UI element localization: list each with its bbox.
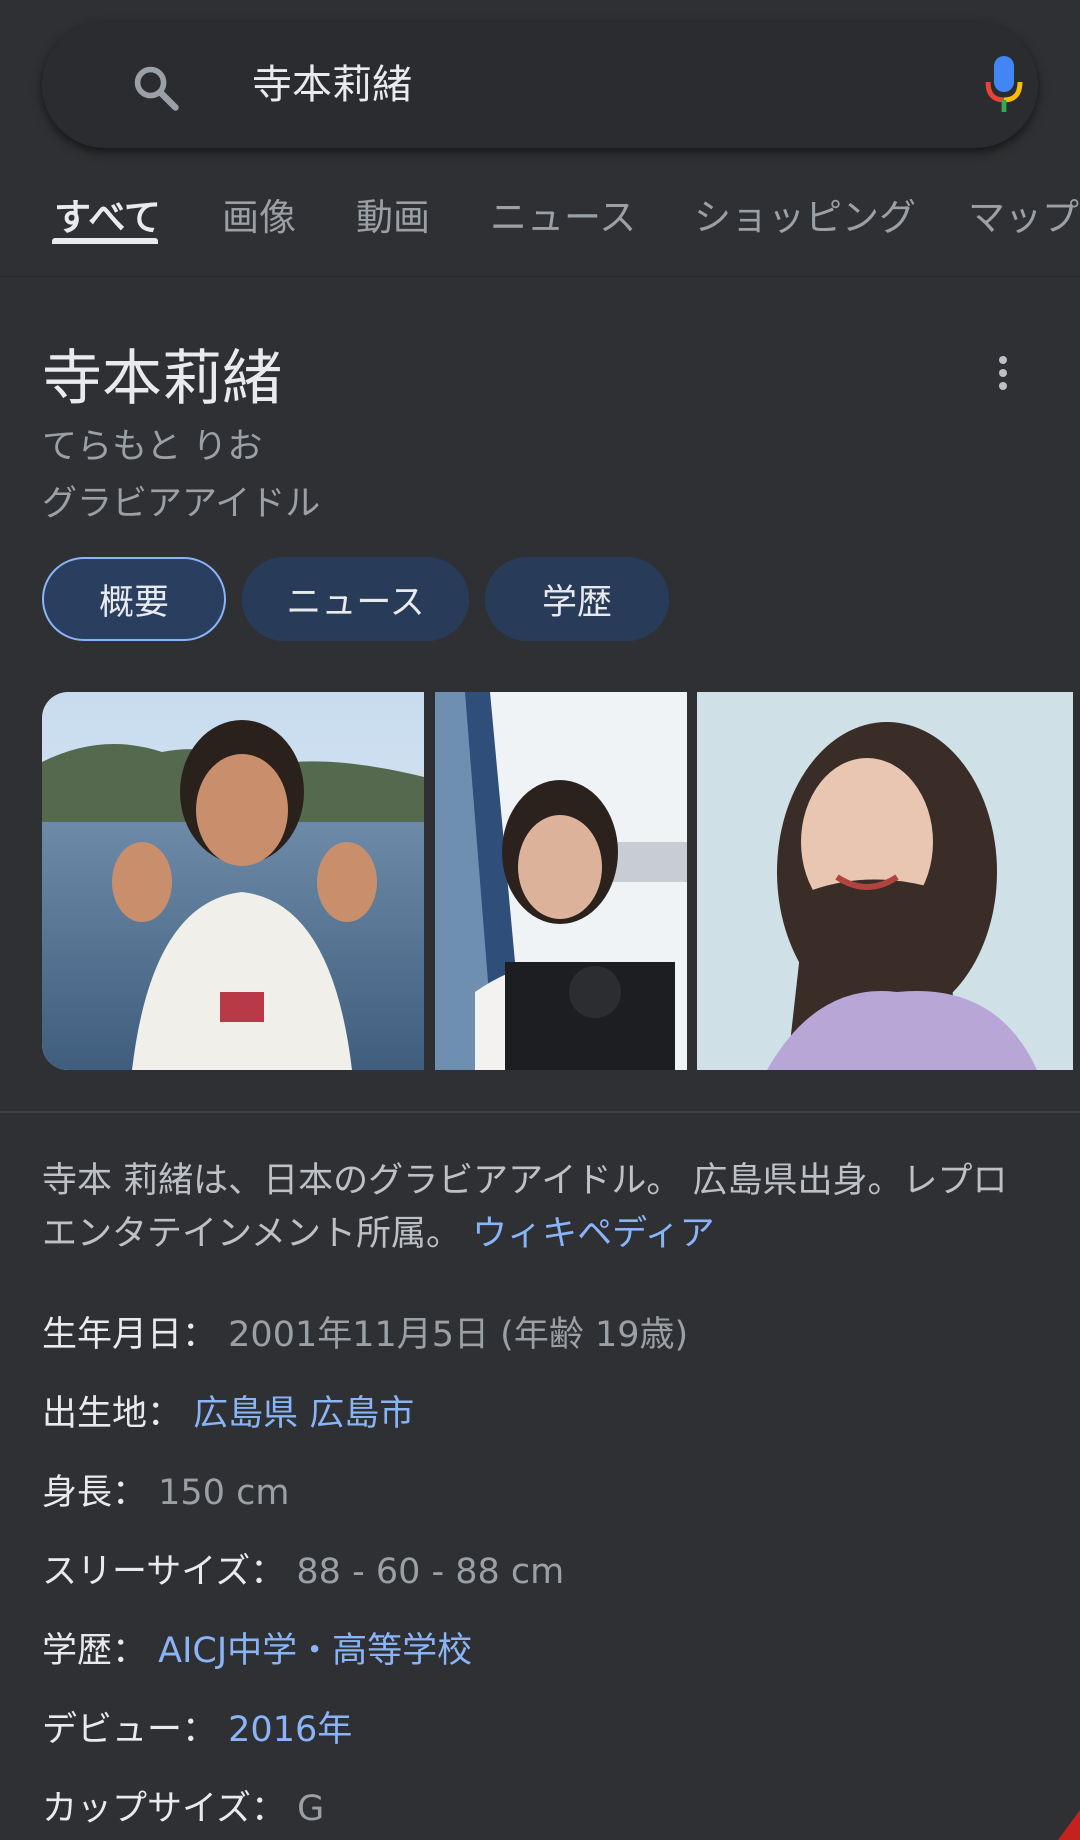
- fact-value: 88 - 60 - 88 cm: [296, 1552, 565, 1592]
- fact-value: 150 cm: [158, 1473, 290, 1513]
- fact-value: 2001年11月5日 (年齢 19歳): [228, 1315, 689, 1355]
- fact-label: カップサイズ：: [42, 1789, 286, 1829]
- fact-debut: デビュー： 2016年: [42, 1701, 352, 1752]
- fact-education: 学歴： AICJ中学・高等学校: [42, 1622, 472, 1673]
- panel-title: 寺本莉緒: [42, 344, 282, 414]
- tab-maps[interactable]: マップ: [968, 187, 1079, 241]
- fact-value: G: [297, 1789, 325, 1829]
- profile-image-2[interactable]: [435, 692, 687, 1070]
- fact-label: 学歴：: [42, 1631, 148, 1671]
- fact-three-sizes: スリーサイズ： 88 - 60 - 88 cm: [42, 1543, 564, 1594]
- search-bar[interactable]: 寺本莉緒: [42, 22, 1038, 148]
- section-divider: [0, 1111, 1080, 1113]
- fact-birthplace: 出生地： 広島県 広島市: [42, 1385, 414, 1436]
- chip-overview[interactable]: 概要: [42, 557, 226, 641]
- corner-mark: [1058, 1810, 1080, 1840]
- fact-label: 出生地：: [42, 1394, 183, 1434]
- chip-education[interactable]: 学歴: [485, 557, 669, 641]
- fact-value-link[interactable]: 2016年: [228, 1710, 352, 1750]
- more-vert-icon[interactable]: [986, 352, 1020, 392]
- active-tab-indicator: [52, 238, 158, 244]
- microphone-icon[interactable]: [982, 54, 1026, 118]
- profile-image-3[interactable]: [697, 692, 1073, 1070]
- panel-reading: てらもと りお: [42, 427, 263, 467]
- fact-birthdate: 生年月日： 2001年11月5日 (年齢 19歳): [42, 1306, 688, 1357]
- fact-label: スリーサイズ：: [42, 1552, 286, 1592]
- fact-height: 身長： 150 cm: [42, 1464, 289, 1515]
- fact-label: 身長：: [42, 1473, 148, 1513]
- tab-videos[interactable]: 動画: [356, 187, 430, 241]
- tab-news[interactable]: ニュース: [490, 187, 636, 241]
- fact-cup-size: カップサイズ： G: [42, 1780, 324, 1831]
- wikipedia-link[interactable]: ウィキペディア: [472, 1214, 715, 1254]
- fact-label: 生年月日：: [42, 1315, 218, 1355]
- fact-value-link[interactable]: 広島県 広島市: [193, 1394, 414, 1434]
- profile-image-1[interactable]: [42, 692, 424, 1070]
- panel-description: グラビアアイドル: [42, 484, 321, 524]
- search-input[interactable]: 寺本莉緒: [252, 62, 412, 108]
- search-tabs: すべて 画像 動画 ニュース ショッピング マップ: [0, 175, 1080, 255]
- tabs-divider: [0, 276, 1080, 277]
- search-icon[interactable]: [130, 62, 182, 114]
- chip-news[interactable]: ニュース: [242, 557, 469, 641]
- tab-images[interactable]: 画像: [222, 187, 296, 241]
- search-results-page: 寺本莉緒 すべて 画像 動画 ニュース ショッピング マップ 寺本莉緒 てらもと…: [0, 0, 1080, 1840]
- tab-all[interactable]: すべて: [54, 187, 161, 241]
- fact-label: デビュー：: [42, 1710, 218, 1750]
- fact-value-link[interactable]: AICJ中学・高等学校: [158, 1631, 472, 1671]
- tab-shopping[interactable]: ショッピング: [694, 187, 916, 241]
- about-text: 寺本 莉緒は、日本のグラビアアイドル。 広島県出身。レプロエンタテインメント所属…: [42, 1155, 1042, 1261]
